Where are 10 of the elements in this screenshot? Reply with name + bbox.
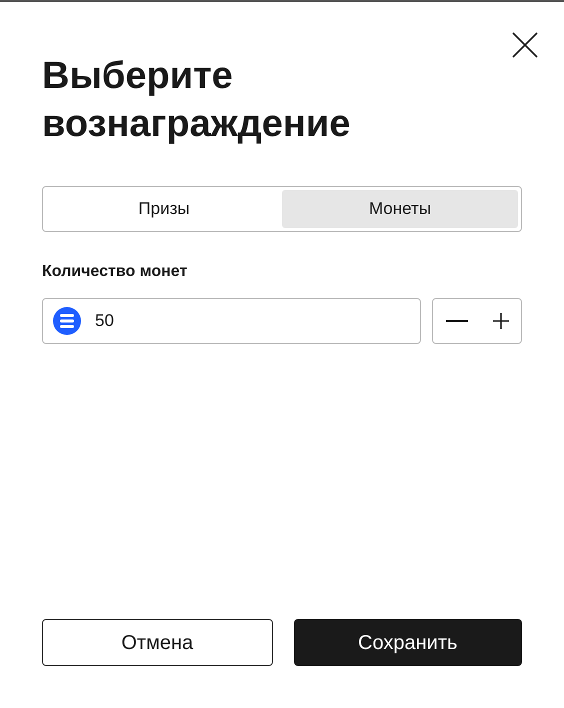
cancel-button[interactable]: Отмена bbox=[42, 619, 272, 666]
dialog-title: Выберите вознаграждение bbox=[42, 54, 352, 147]
minus-icon[interactable] bbox=[446, 320, 468, 322]
field-label: Количество монет bbox=[42, 262, 188, 282]
save-button[interactable]: Сохранить bbox=[294, 619, 522, 666]
close-icon[interactable] bbox=[512, 32, 538, 58]
plus-icon[interactable] bbox=[492, 313, 508, 329]
coin-icon bbox=[53, 307, 81, 335]
tab[interactable]: Монеты bbox=[282, 190, 518, 228]
coin-input-field[interactable]: 50 bbox=[42, 298, 421, 344]
